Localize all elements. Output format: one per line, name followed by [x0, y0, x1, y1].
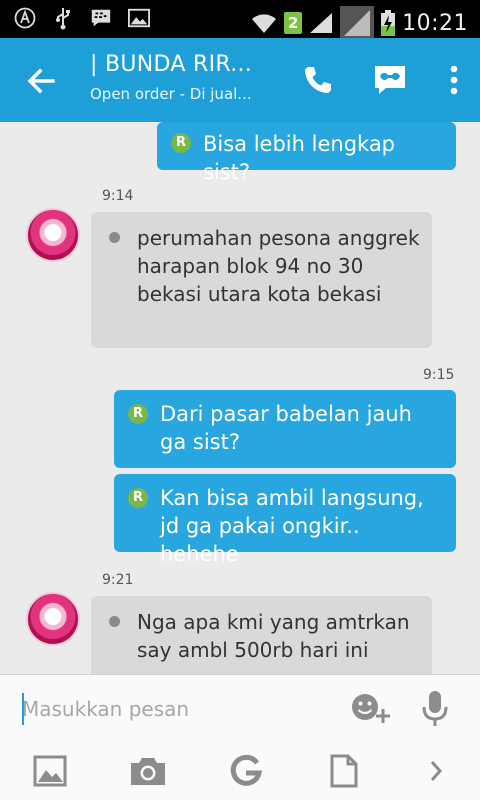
sticker-button[interactable]: [350, 691, 392, 727]
message-list[interactable]: R Bisa lebih lengkap sist? 9:14 perumaha…: [0, 122, 480, 674]
more-attachments-button[interactable]: [416, 751, 456, 791]
battery-charging-icon: [380, 10, 396, 36]
unread-dot-icon: [109, 232, 120, 243]
chat-subtitle: Open order - Di jual...: [90, 85, 252, 103]
message-text: perumahan pesona anggrek harapan blok 94…: [137, 226, 420, 306]
gallery-button[interactable]: [30, 751, 70, 791]
file-icon: [330, 754, 358, 788]
back-button[interactable]: [26, 66, 56, 96]
status-bar: 2 10:21: [0, 0, 480, 40]
emoji-add-icon: [352, 694, 390, 723]
message-text: Kan bisa ambil langsung, jd ga pakai ong…: [160, 486, 424, 566]
unread-dot-icon: [109, 616, 120, 627]
wifi-icon: [250, 11, 278, 35]
status-notifications: [14, 7, 150, 30]
chat-title-area[interactable]: | BUNDA RIR... Open order - Di jual...: [90, 52, 290, 103]
video-call-button[interactable]: [372, 64, 408, 96]
avatar[interactable]: [26, 592, 80, 646]
incoming-message[interactable]: Nga apa kmi yang amtrkan say ambl 500rb …: [91, 596, 432, 674]
sim-badge: 2: [284, 12, 303, 34]
image-icon: [33, 755, 67, 787]
voice-message-button[interactable]: [420, 689, 450, 729]
message-text: Dari pasar babelan jauh ga sist?: [160, 402, 412, 454]
avatar[interactable]: [26, 208, 80, 262]
mic-icon: [422, 691, 448, 726]
read-receipt-icon: R: [128, 404, 148, 424]
overflow-menu-button[interactable]: [444, 64, 464, 96]
outgoing-message[interactable]: R Dari pasar babelan jauh ga sist?: [114, 390, 456, 468]
read-receipt-icon: R: [128, 488, 148, 508]
android-icon: [14, 7, 36, 29]
incoming-message[interactable]: perumahan pesona anggrek harapan blok 94…: [91, 212, 432, 348]
message-time: 9:21: [102, 572, 134, 588]
bbm-icon: [90, 7, 112, 29]
read-receipt-icon: R: [171, 133, 191, 153]
message-text: Bisa lebih lengkap sist?: [203, 132, 396, 184]
arrow-left-icon: [27, 68, 55, 94]
file-button[interactable]: [324, 751, 364, 791]
signal-icon: [308, 11, 334, 35]
outgoing-message[interactable]: R Kan bisa ambil langsung, jd ga pakai o…: [114, 474, 456, 566]
chat-title: | BUNDA RIR...: [90, 52, 253, 77]
call-button[interactable]: [302, 64, 334, 96]
status-indicators: 2 10:21: [250, 6, 468, 40]
google-icon: [230, 754, 263, 786]
usb-icon: [52, 7, 74, 30]
attachment-toolbar: [0, 747, 480, 793]
message-input[interactable]: [22, 691, 322, 727]
video-chat-icon: [375, 66, 405, 94]
composer-bar: [0, 674, 480, 800]
outgoing-message[interactable]: R Bisa lebih lengkap sist?: [157, 122, 456, 184]
camera-icon: [131, 758, 165, 785]
message-time: 9:14: [102, 188, 134, 204]
status-clock: 10:21: [402, 10, 468, 36]
chat-header: | BUNDA RIR... Open order - Di jual...: [0, 38, 480, 122]
signal-icon-secondary: [340, 6, 375, 40]
gallery-icon: [128, 7, 150, 29]
chevron-right-icon: [430, 761, 443, 781]
message-time: 9:15: [423, 367, 455, 383]
google-button[interactable]: [226, 751, 266, 791]
message-text: Nga apa kmi yang amtrkan say ambl 500rb …: [137, 610, 410, 662]
phone-icon: [305, 67, 331, 93]
more-vert-icon: [450, 65, 458, 95]
camera-button[interactable]: [128, 751, 168, 791]
